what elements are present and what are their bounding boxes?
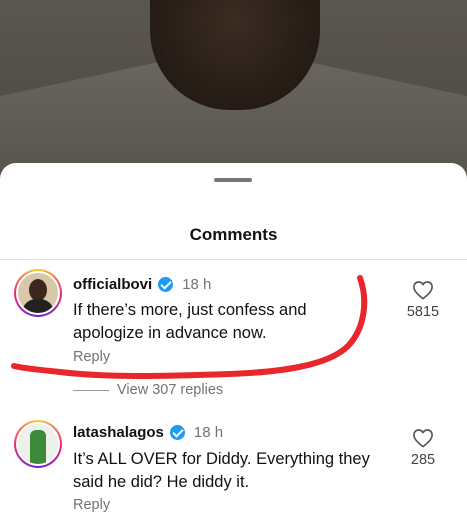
verified-badge-icon — [169, 425, 185, 440]
comment-text: If there’s more, just confess and apolog… — [73, 301, 307, 342]
view-replies-label: View 307 replies — [117, 382, 224, 398]
avatar-face — [29, 279, 47, 301]
avatar[interactable] — [14, 269, 62, 317]
comment-text: It’s ALL OVER for Diddy. Everything they… — [73, 450, 370, 491]
heart-outline-icon[interactable] — [412, 280, 434, 300]
comments-sheet: Comments officialbovi 18 h If there’s mo… — [0, 163, 467, 518]
heart-outline-icon[interactable] — [412, 428, 434, 448]
video-background — [0, 0, 467, 180]
comment-header: latashalagos 18 h — [73, 424, 223, 441]
timestamp: 18 h — [182, 276, 212, 293]
avatar[interactable] — [14, 420, 62, 468]
avatar-body — [30, 430, 46, 464]
like-control: 285 — [393, 428, 453, 468]
verified-badge-icon — [158, 277, 174, 292]
avatar-image — [16, 271, 60, 315]
timestamp: 18 h — [193, 424, 224, 441]
like-control: 5815 — [393, 280, 453, 320]
reply-button[interactable]: Reply — [73, 349, 110, 365]
view-replies-button[interactable]: View 307 replies — [73, 382, 223, 398]
username[interactable]: officialbovi — [73, 276, 152, 293]
username[interactable]: latashalagos — [73, 424, 164, 441]
drag-handle[interactable] — [214, 178, 252, 182]
sheet-title: Comments — [189, 225, 278, 244]
reply-button[interactable]: Reply — [73, 497, 110, 513]
comment-header: officialbovi 18 h — [73, 276, 211, 293]
like-count: 5815 — [406, 304, 440, 320]
avatar-image — [16, 422, 60, 466]
view-replies-line — [73, 389, 109, 391]
like-count: 285 — [410, 452, 436, 468]
avatar-body — [22, 299, 54, 313]
divider — [0, 259, 467, 260]
